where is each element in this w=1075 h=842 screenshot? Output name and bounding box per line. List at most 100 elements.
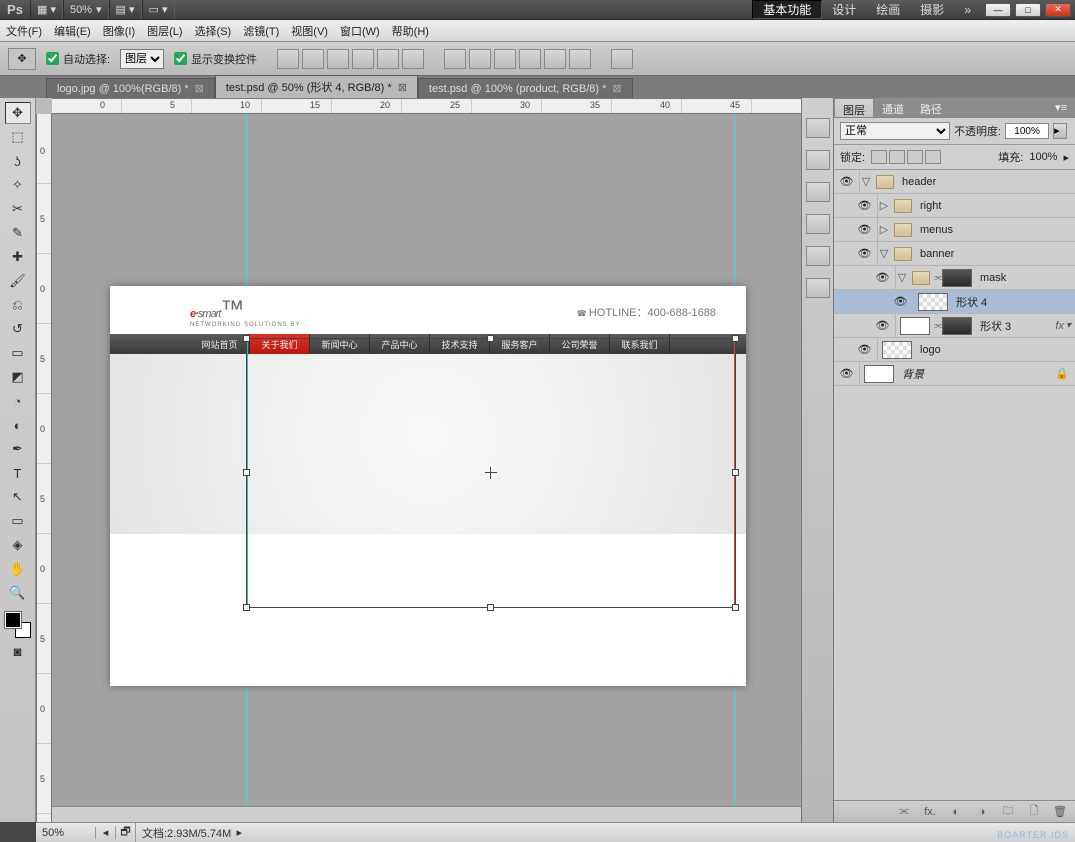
3d-tool[interactable]: ◈ bbox=[5, 534, 31, 556]
lasso-tool[interactable]: ʖ bbox=[5, 150, 31, 172]
horizontal-scrollbar[interactable] bbox=[52, 806, 801, 822]
crop-tool[interactable]: ✂ bbox=[5, 198, 31, 220]
dist-hcenter-icon[interactable] bbox=[544, 49, 566, 69]
status-menu-icon[interactable]: ▸ bbox=[231, 826, 247, 839]
bridge-icon[interactable]: ▦ ▾ bbox=[30, 0, 63, 19]
layer-background[interactable]: 👁背景🔒 bbox=[834, 362, 1075, 386]
adjustment-layer-icon[interactable]: ◑ bbox=[973, 805, 991, 819]
visibility-icon[interactable]: 👁 bbox=[834, 170, 860, 193]
panel-menu-icon[interactable]: ▾≡ bbox=[1047, 98, 1075, 117]
lock-transparent-icon[interactable] bbox=[871, 150, 887, 164]
move-tool[interactable]: ✥ bbox=[5, 102, 31, 124]
ps-icon[interactable]: Ps bbox=[0, 0, 30, 20]
canvas-viewport[interactable]: e·smart™NETWORKING SOLUTIONS BY ☎ HOTLIN… bbox=[52, 114, 801, 806]
workspace-design[interactable]: 设计 bbox=[822, 0, 866, 19]
paragraph-panel-icon[interactable] bbox=[806, 278, 830, 298]
layer-banner[interactable]: 👁▽banner bbox=[834, 242, 1075, 266]
menu-view[interactable]: 视图(V) bbox=[291, 23, 328, 39]
lock-all-icon[interactable] bbox=[925, 150, 941, 164]
menu-edit[interactable]: 编辑(E) bbox=[54, 23, 91, 39]
fx-badge[interactable]: fx ▾ bbox=[1055, 320, 1071, 332]
auto-select-checkbox[interactable]: 自动选择: bbox=[46, 51, 110, 67]
visibility-icon[interactable]: 👁 bbox=[870, 314, 896, 337]
eyedropper-tool[interactable]: ✎ bbox=[5, 222, 31, 244]
fill-slider-icon[interactable]: ▸ bbox=[1063, 151, 1069, 164]
menu-filter[interactable]: 滤镜(T) bbox=[243, 23, 279, 39]
layer-style-icon[interactable]: fx. bbox=[921, 805, 939, 819]
dist-bottom-icon[interactable] bbox=[494, 49, 516, 69]
ruler-vertical[interactable]: 0 5 0 5 0 5 0 5 0 5 bbox=[36, 114, 52, 822]
visibility-icon[interactable]: 👁 bbox=[852, 242, 878, 265]
align-bottom-icon[interactable] bbox=[327, 49, 349, 69]
layer-right[interactable]: 👁▷right bbox=[834, 194, 1075, 218]
character-panel-icon[interactable] bbox=[806, 246, 830, 266]
layer-shape3[interactable]: 👁⫘形状 3fx ▾ bbox=[834, 314, 1075, 338]
view-extras-icon[interactable]: ▤ ▾ bbox=[109, 0, 142, 19]
layer-mask-icon[interactable]: ◐ bbox=[947, 805, 965, 819]
dist-right-icon[interactable] bbox=[569, 49, 591, 69]
blend-mode-select[interactable]: 正常 bbox=[840, 122, 950, 140]
close-icon[interactable]: ⊠ bbox=[612, 82, 621, 95]
workspace-paint[interactable]: 绘画 bbox=[866, 0, 910, 19]
window-close-button[interactable]: ✕ bbox=[1045, 3, 1071, 17]
history-brush-tool[interactable]: ↺ bbox=[5, 318, 31, 340]
lock-position-icon[interactable] bbox=[907, 150, 923, 164]
move-tool-icon[interactable]: ✥ bbox=[8, 48, 36, 70]
visibility-icon[interactable]: 👁 bbox=[852, 218, 878, 241]
layer-header[interactable]: 👁▽header bbox=[834, 170, 1075, 194]
link-layers-icon[interactable]: ⫘ bbox=[895, 805, 913, 819]
auto-select-target[interactable]: 图层 bbox=[120, 49, 164, 69]
dist-vcenter-icon[interactable] bbox=[469, 49, 491, 69]
menu-select[interactable]: 选择(S) bbox=[195, 23, 232, 39]
menu-help[interactable]: 帮助(H) bbox=[392, 23, 429, 39]
magic-wand-tool[interactable]: ✧ bbox=[5, 174, 31, 196]
path-selection-tool[interactable]: ↖ bbox=[5, 486, 31, 508]
history-panel-icon[interactable] bbox=[806, 118, 830, 138]
tab-layers[interactable]: 图层 bbox=[834, 98, 874, 117]
menu-file[interactable]: 文件(F) bbox=[6, 23, 42, 39]
new-group-icon[interactable]: 🗀 bbox=[999, 805, 1017, 819]
menu-image[interactable]: 图像(I) bbox=[103, 23, 135, 39]
menu-window[interactable]: 窗口(W) bbox=[340, 23, 380, 39]
delete-layer-icon[interactable]: 🗑 bbox=[1051, 805, 1069, 819]
window-maximize-button[interactable]: □ bbox=[1015, 3, 1041, 17]
dist-left-icon[interactable] bbox=[519, 49, 541, 69]
status-doc-info[interactable]: 文档:2.93M/5.74M bbox=[136, 825, 231, 841]
color-swatch[interactable] bbox=[5, 612, 31, 638]
doc-tab-2[interactable]: test.psd @ 50% (形状 4, RGB/8) *⊠ bbox=[215, 75, 418, 98]
zoom-tool[interactable]: 🔍 bbox=[5, 582, 31, 604]
visibility-icon[interactable]: 👁 bbox=[852, 194, 878, 217]
status-prev-icon[interactable]: ◂ bbox=[96, 826, 116, 839]
menu-layer[interactable]: 图层(L) bbox=[147, 23, 182, 39]
close-icon[interactable]: ⊠ bbox=[398, 81, 407, 94]
ruler-horizontal[interactable]: 0 5 10 15 20 25 30 35 40 45 bbox=[52, 98, 801, 114]
fill-value[interactable]: 100% bbox=[1029, 151, 1057, 163]
status-next-icon[interactable]: 🗗 bbox=[116, 823, 136, 842]
align-hcenter-icon[interactable] bbox=[377, 49, 399, 69]
zoom-indicator[interactable]: 50% ▾ bbox=[63, 0, 109, 19]
pen-tool[interactable]: ✒ bbox=[5, 438, 31, 460]
hand-tool[interactable]: ✋ bbox=[5, 558, 31, 580]
align-vcenter-icon[interactable] bbox=[302, 49, 324, 69]
align-right-icon[interactable] bbox=[402, 49, 424, 69]
doc-tab-1[interactable]: logo.jpg @ 100%(RGB/8) *⊠ bbox=[46, 78, 215, 98]
opacity-slider-icon[interactable]: ▸ bbox=[1053, 123, 1067, 139]
shape-tool[interactable]: ▭ bbox=[5, 510, 31, 532]
styles-panel-icon[interactable] bbox=[806, 182, 830, 202]
type-tool[interactable]: T bbox=[5, 462, 31, 484]
quick-mask-icon[interactable]: ◙ bbox=[5, 640, 31, 662]
dist-top-icon[interactable] bbox=[444, 49, 466, 69]
workspace-more-icon[interactable]: » bbox=[954, 0, 981, 19]
show-transform-checkbox[interactable]: 显示变换控件 bbox=[174, 51, 257, 67]
gradient-tool[interactable]: ◩ bbox=[5, 366, 31, 388]
visibility-icon[interactable]: 👁 bbox=[852, 338, 878, 361]
new-layer-icon[interactable]: 🗋 bbox=[1025, 805, 1043, 819]
workspace-photo[interactable]: 摄影 bbox=[910, 0, 954, 19]
align-top-icon[interactable] bbox=[277, 49, 299, 69]
layer-shape4[interactable]: 👁形状 4 bbox=[834, 290, 1075, 314]
workspace-essentials[interactable]: 基本功能 bbox=[752, 0, 822, 19]
blur-tool[interactable]: ◔ bbox=[5, 390, 31, 412]
window-minimize-button[interactable]: — bbox=[985, 3, 1011, 17]
auto-align-icon[interactable] bbox=[611, 49, 633, 69]
adjustments-panel-icon[interactable] bbox=[806, 214, 830, 234]
